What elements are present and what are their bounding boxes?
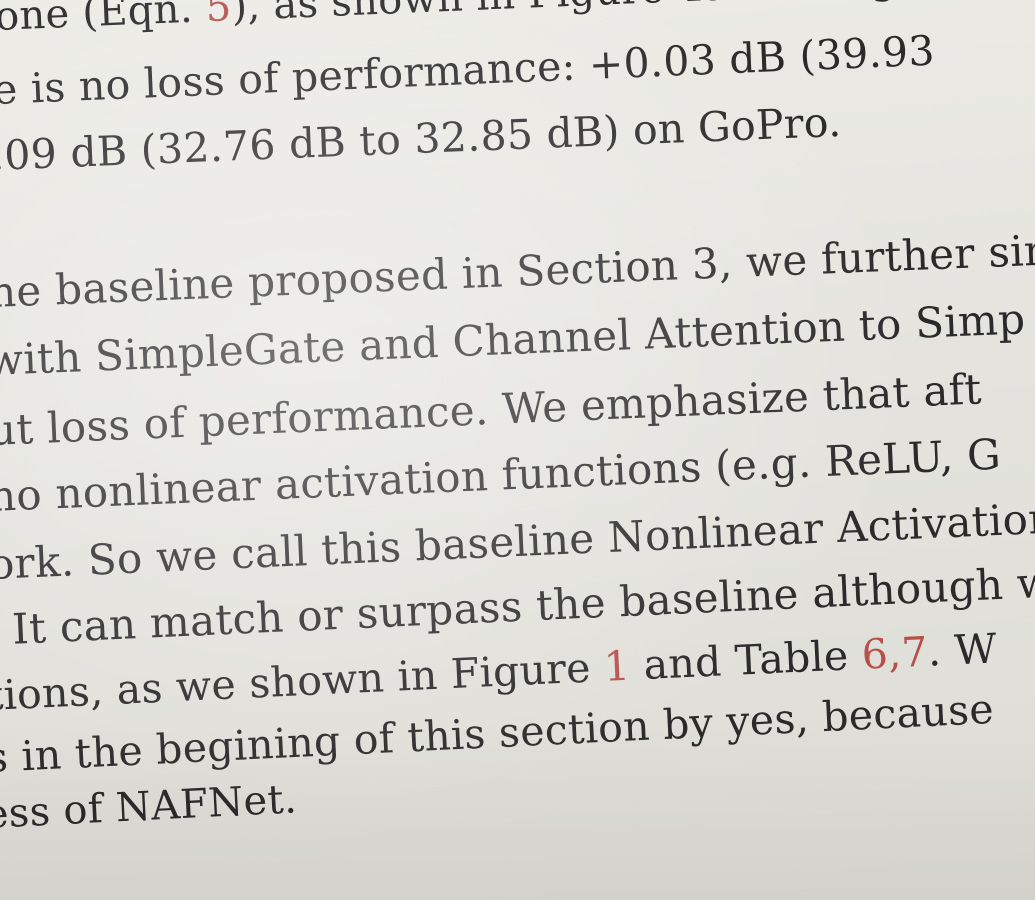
document-page: one (Eqn. 5), as shown in Figure 4a and … (0, 0, 1035, 900)
figure-reference-link[interactable]: 1 (603, 642, 632, 691)
text-segment: and Table (629, 630, 863, 690)
text-segment: ), as shown in Figure 4a and Fig (230, 0, 897, 30)
text-line: .09 dB (32.76 dB to 32.85 dB) on GoPro. (0, 97, 843, 180)
text-line: ess of NAFNet. (0, 776, 298, 838)
text-segment: . W (926, 624, 998, 676)
text-segment: one (Eqn. (0, 0, 207, 41)
table-reference-link[interactable]: 6,7 (861, 628, 929, 679)
equation-reference-link[interactable]: 5 (205, 0, 233, 31)
